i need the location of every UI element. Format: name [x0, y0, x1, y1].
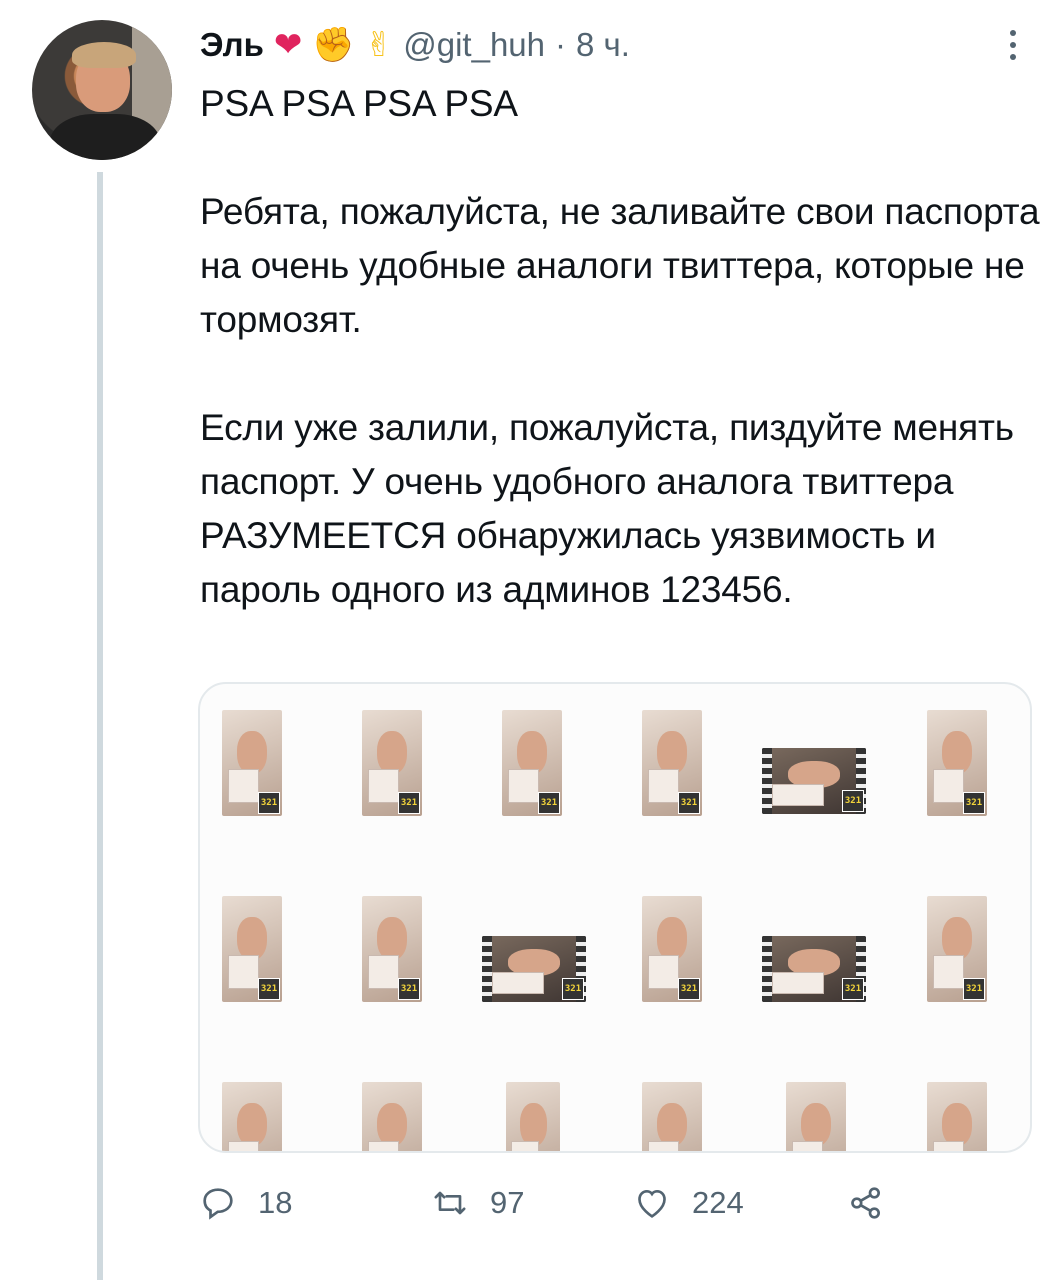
media-player-badge-icon: 321 [398, 792, 420, 814]
thumbnail-person [801, 1103, 831, 1146]
thumbnail-passport [228, 955, 259, 990]
thumbnail-person [377, 1103, 407, 1146]
tweet-header: Эль ❤ ✊ ✌ @git_huh · 8 ч. [200, 22, 630, 68]
thumbnail-person [377, 731, 407, 774]
like-button[interactable]: 224 [632, 1178, 744, 1228]
video-thumbnail[interactable] [642, 1082, 702, 1151]
video-thumbnail[interactable] [222, 1082, 282, 1151]
media-player-badge-icon: 321 [398, 978, 420, 1000]
author-avatar[interactable] [32, 20, 172, 160]
thumbnail-passport [228, 769, 259, 804]
thumbnail-passport [648, 769, 679, 804]
thumbnail-person [517, 731, 547, 774]
avatar-shirt [50, 114, 160, 160]
more-options-icon[interactable] [1008, 30, 1018, 60]
raised-fist-emoji: ✊ [312, 26, 355, 64]
media-attachment[interactable]: 321 321 321 321 321 321 321 321 321 321 321 321 [198, 682, 1032, 1153]
video-thumbnail[interactable]: 321 [927, 896, 987, 1002]
reply-button[interactable]: 18 [198, 1178, 292, 1228]
author-handle[interactable]: @git_huh [403, 26, 545, 64]
meta-separator: · [555, 26, 567, 63]
film-strip-icon [482, 936, 492, 1002]
author-name[interactable]: Эль [200, 26, 264, 64]
thumbnail-grid: 321 321 321 321 321 321 321 321 321 321 321 321 [200, 684, 1030, 1151]
thumbnail-passport [492, 972, 545, 995]
video-thumbnail[interactable]: 321 [482, 936, 586, 1002]
tweet-paragraph: Ребята, пожалуйста, не заливайте свои па… [200, 191, 1040, 340]
thumbnail-passport [933, 769, 964, 804]
heart-icon [638, 1189, 666, 1218]
heart-emoji: ❤ [273, 26, 303, 64]
thumbnail-passport [772, 972, 825, 995]
thumbnail-person [377, 917, 407, 960]
thumbnail-person [942, 917, 972, 960]
media-player-badge-icon: 321 [258, 792, 280, 814]
thumbnail-person [519, 1103, 547, 1146]
video-thumbnail[interactable]: 321 [927, 710, 987, 816]
thumbnail-person [942, 731, 972, 774]
film-strip-icon [762, 748, 772, 814]
thumbnail-person [237, 731, 267, 774]
video-thumbnail[interactable]: 321 [762, 936, 866, 1002]
reply-count: 18 [258, 1185, 293, 1220]
thumbnail-passport [772, 784, 825, 807]
video-thumbnail[interactable] [927, 1082, 987, 1151]
media-player-badge-icon: 321 [963, 792, 985, 814]
thread-line [97, 172, 103, 1280]
thumbnail-person [237, 1103, 267, 1146]
thumbnail-passport [933, 955, 964, 990]
video-thumbnail[interactable]: 321 [222, 896, 282, 1002]
thumbnail-passport [508, 769, 539, 804]
video-thumbnail[interactable]: 321 [762, 748, 866, 814]
thumbnail-passport [648, 955, 679, 990]
thumbnail-passport [511, 1141, 540, 1151]
thumbnail-person [657, 731, 687, 774]
video-thumbnail[interactable]: 321 [642, 896, 702, 1002]
media-player-badge-icon: 321 [842, 790, 864, 812]
video-thumbnail[interactable]: 321 [362, 896, 422, 1002]
thumbnail-passport [792, 1141, 823, 1151]
thumbnail-passport [228, 1141, 259, 1151]
avatar-hair [72, 42, 136, 68]
video-thumbnail[interactable]: 321 [642, 710, 702, 816]
victory-hand-emoji: ✌ [364, 26, 394, 64]
retweet-icon [434, 1191, 466, 1215]
film-strip-icon [762, 936, 772, 1002]
video-thumbnail[interactable]: 321 [502, 710, 562, 816]
tweet-text: PSA PSA PSA PSA Ребята, пожалуйста, не з… [200, 77, 1040, 617]
media-player-badge-icon: 321 [258, 978, 280, 1000]
video-thumbnail[interactable]: 321 [362, 710, 422, 816]
retweet-count: 97 [490, 1185, 525, 1220]
media-player-badge-icon: 321 [562, 978, 584, 1000]
media-player-badge-icon: 321 [963, 978, 985, 1000]
video-thumbnail[interactable] [786, 1082, 846, 1151]
thumbnail-passport [368, 955, 399, 990]
thumbnail-passport [648, 1141, 679, 1151]
thumbnail-passport [368, 769, 399, 804]
thumbnail-person [657, 917, 687, 960]
tweet-paragraph: PSA PSA PSA PSA [200, 83, 518, 124]
media-player-badge-icon: 321 [538, 792, 560, 814]
thumbnail-passport [368, 1141, 399, 1151]
media-player-badge-icon: 321 [678, 792, 700, 814]
tweet-timestamp[interactable]: 8 ч. [576, 26, 630, 64]
like-count: 224 [692, 1185, 744, 1220]
share-button[interactable] [846, 1178, 886, 1228]
media-player-badge-icon: 321 [678, 978, 700, 1000]
video-thumbnail[interactable] [506, 1082, 560, 1151]
media-player-badge-icon: 321 [842, 978, 864, 1000]
share-icon [851, 1187, 880, 1219]
video-thumbnail[interactable]: 321 [222, 710, 282, 816]
reply-icon [203, 1188, 233, 1220]
tweet-actions: 18 97 224 [198, 1178, 918, 1228]
tweet-paragraph: Если уже залили, пожалуйста, пиздуйте ме… [200, 407, 1014, 610]
thumbnail-person [942, 1103, 972, 1146]
thumbnail-passport [933, 1141, 964, 1151]
thumbnail-person [237, 917, 267, 960]
retweet-button[interactable]: 97 [430, 1178, 524, 1228]
video-thumbnail[interactable] [362, 1082, 422, 1151]
thumbnail-person [657, 1103, 687, 1146]
